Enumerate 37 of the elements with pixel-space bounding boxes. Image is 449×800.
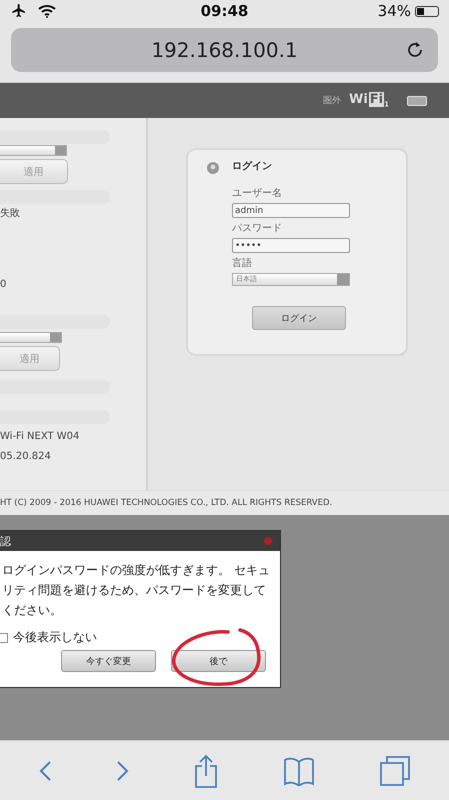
login-title: ログイン xyxy=(232,160,273,173)
dropdown[interactable] xyxy=(0,145,67,156)
field-label: 言語 xyxy=(232,256,253,270)
battery-percent: 34% xyxy=(378,2,411,20)
battery-icon xyxy=(415,6,439,16)
signal-status: 圏外 xyxy=(322,94,341,107)
user-icon xyxy=(207,162,219,174)
battery-icon xyxy=(407,96,427,106)
field-label: パスワード xyxy=(232,222,283,235)
book-icon[interactable] xyxy=(282,756,315,786)
checkbox[interactable] xyxy=(0,632,8,642)
share-icon[interactable] xyxy=(194,754,218,788)
dialog-button[interactable]: 今すぐ変更 xyxy=(61,650,156,672)
info-text: Wi-Fi NEXT W04 xyxy=(0,431,80,442)
password-field[interactable]: ••••• xyxy=(232,238,350,253)
wifi-logo: Wi Fi$_{1}$ xyxy=(348,92,389,109)
reload-icon[interactable] xyxy=(406,41,424,59)
url-text: 192.168.100.1 xyxy=(151,38,298,62)
clock-time: 09:48 xyxy=(200,2,250,20)
info-text: 失敗 xyxy=(0,206,20,220)
info-text: 05.20.824 xyxy=(0,451,51,462)
info-text: 0 xyxy=(0,279,6,290)
dialog-button[interactable]: 後で xyxy=(171,650,266,672)
airplane-icon xyxy=(10,3,28,19)
forward-icon[interactable] xyxy=(116,760,130,782)
field-label: ユーザー名 xyxy=(232,187,283,200)
address-bar[interactable]: 192.168.100.1 xyxy=(11,28,438,72)
copyright-text: HT (C) 2009 - 2016 HUAWEI TECHNOLOGIES CO., LTD. ALL RIGHTS RESERVED. xyxy=(0,498,332,508)
checkbox-label: 今後表示しない xyxy=(13,629,97,646)
wifi-icon xyxy=(38,4,56,18)
tabs-icon[interactable] xyxy=(378,754,411,786)
username-field[interactable]: admin xyxy=(232,203,350,218)
dialog-message: ログインパスワードの強度が低すぎます。 セキュリティ問題を避けるため、パスワードを変更してください。 xyxy=(1,562,271,619)
back-icon[interactable] xyxy=(38,760,52,782)
dialog-title: 認 xyxy=(0,534,11,548)
dropdown[interactable] xyxy=(0,332,62,343)
login-button[interactable]: ログイン xyxy=(252,306,346,330)
